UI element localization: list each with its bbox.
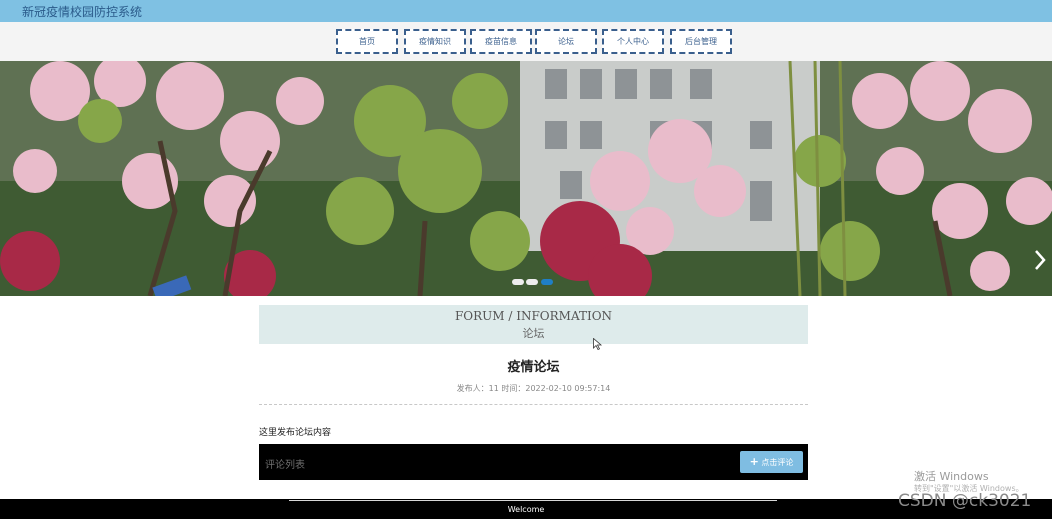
- footer-welcome: Welcome: [507, 505, 545, 514]
- banner-photo: [0, 61, 1052, 296]
- top-header-bar: 新冠疫情校园防控系统: [0, 0, 1052, 22]
- comment-list-bar: 评论列表 + 点击评论: [259, 444, 808, 480]
- plus-icon: +: [749, 455, 759, 468]
- section-header: FORUM / INFORMATION 论坛: [259, 305, 808, 344]
- carousel-dot-2[interactable]: [526, 279, 538, 285]
- carousel-dot-1[interactable]: [512, 279, 524, 285]
- csdn-watermark: CSDN @ck3021: [898, 491, 1032, 511]
- chevron-right-icon-svg: [1035, 250, 1046, 270]
- comment-list-label: 评论列表: [265, 460, 305, 471]
- nav-item-knowledge[interactable]: 疫情知识: [404, 29, 466, 54]
- divider: [259, 404, 808, 405]
- windows-activation-watermark: 激活 Windows: [914, 470, 989, 483]
- nav-item-personal-center[interactable]: 个人中心: [602, 29, 664, 54]
- section-title-cn: 论坛: [522, 327, 545, 340]
- add-comment-label: 点击评论: [761, 458, 794, 467]
- nav-item-vaccine[interactable]: 疫苗信息: [470, 29, 532, 54]
- post-content: 这里发布论坛内容: [259, 428, 332, 438]
- post-title: 疫情论坛: [507, 360, 560, 375]
- app-title: 新冠疫情校园防控系统: [22, 5, 143, 19]
- nav-item-forum[interactable]: 论坛: [535, 29, 597, 54]
- nav-item-admin[interactable]: 后台管理: [670, 29, 732, 54]
- mouse-cursor-icon: [593, 338, 603, 350]
- add-comment-button[interactable]: + 点击评论: [740, 451, 803, 473]
- footer-divider: [289, 500, 777, 501]
- main-nav: 首页 疫情知识 疫苗信息 论坛 个人中心 后台管理: [0, 22, 1052, 61]
- carousel-dot-3-active[interactable]: [541, 279, 553, 285]
- banner-carousel[interactable]: [0, 61, 1052, 296]
- section-title-en: FORUM / INFORMATION: [454, 309, 613, 323]
- post-meta: 发布人：11 时间：2022-02-10 09:57:14: [456, 384, 611, 393]
- chevron-right-icon[interactable]: [1030, 247, 1050, 273]
- nav-item-home[interactable]: 首页: [336, 29, 398, 54]
- footer: Welcome: [0, 499, 1052, 519]
